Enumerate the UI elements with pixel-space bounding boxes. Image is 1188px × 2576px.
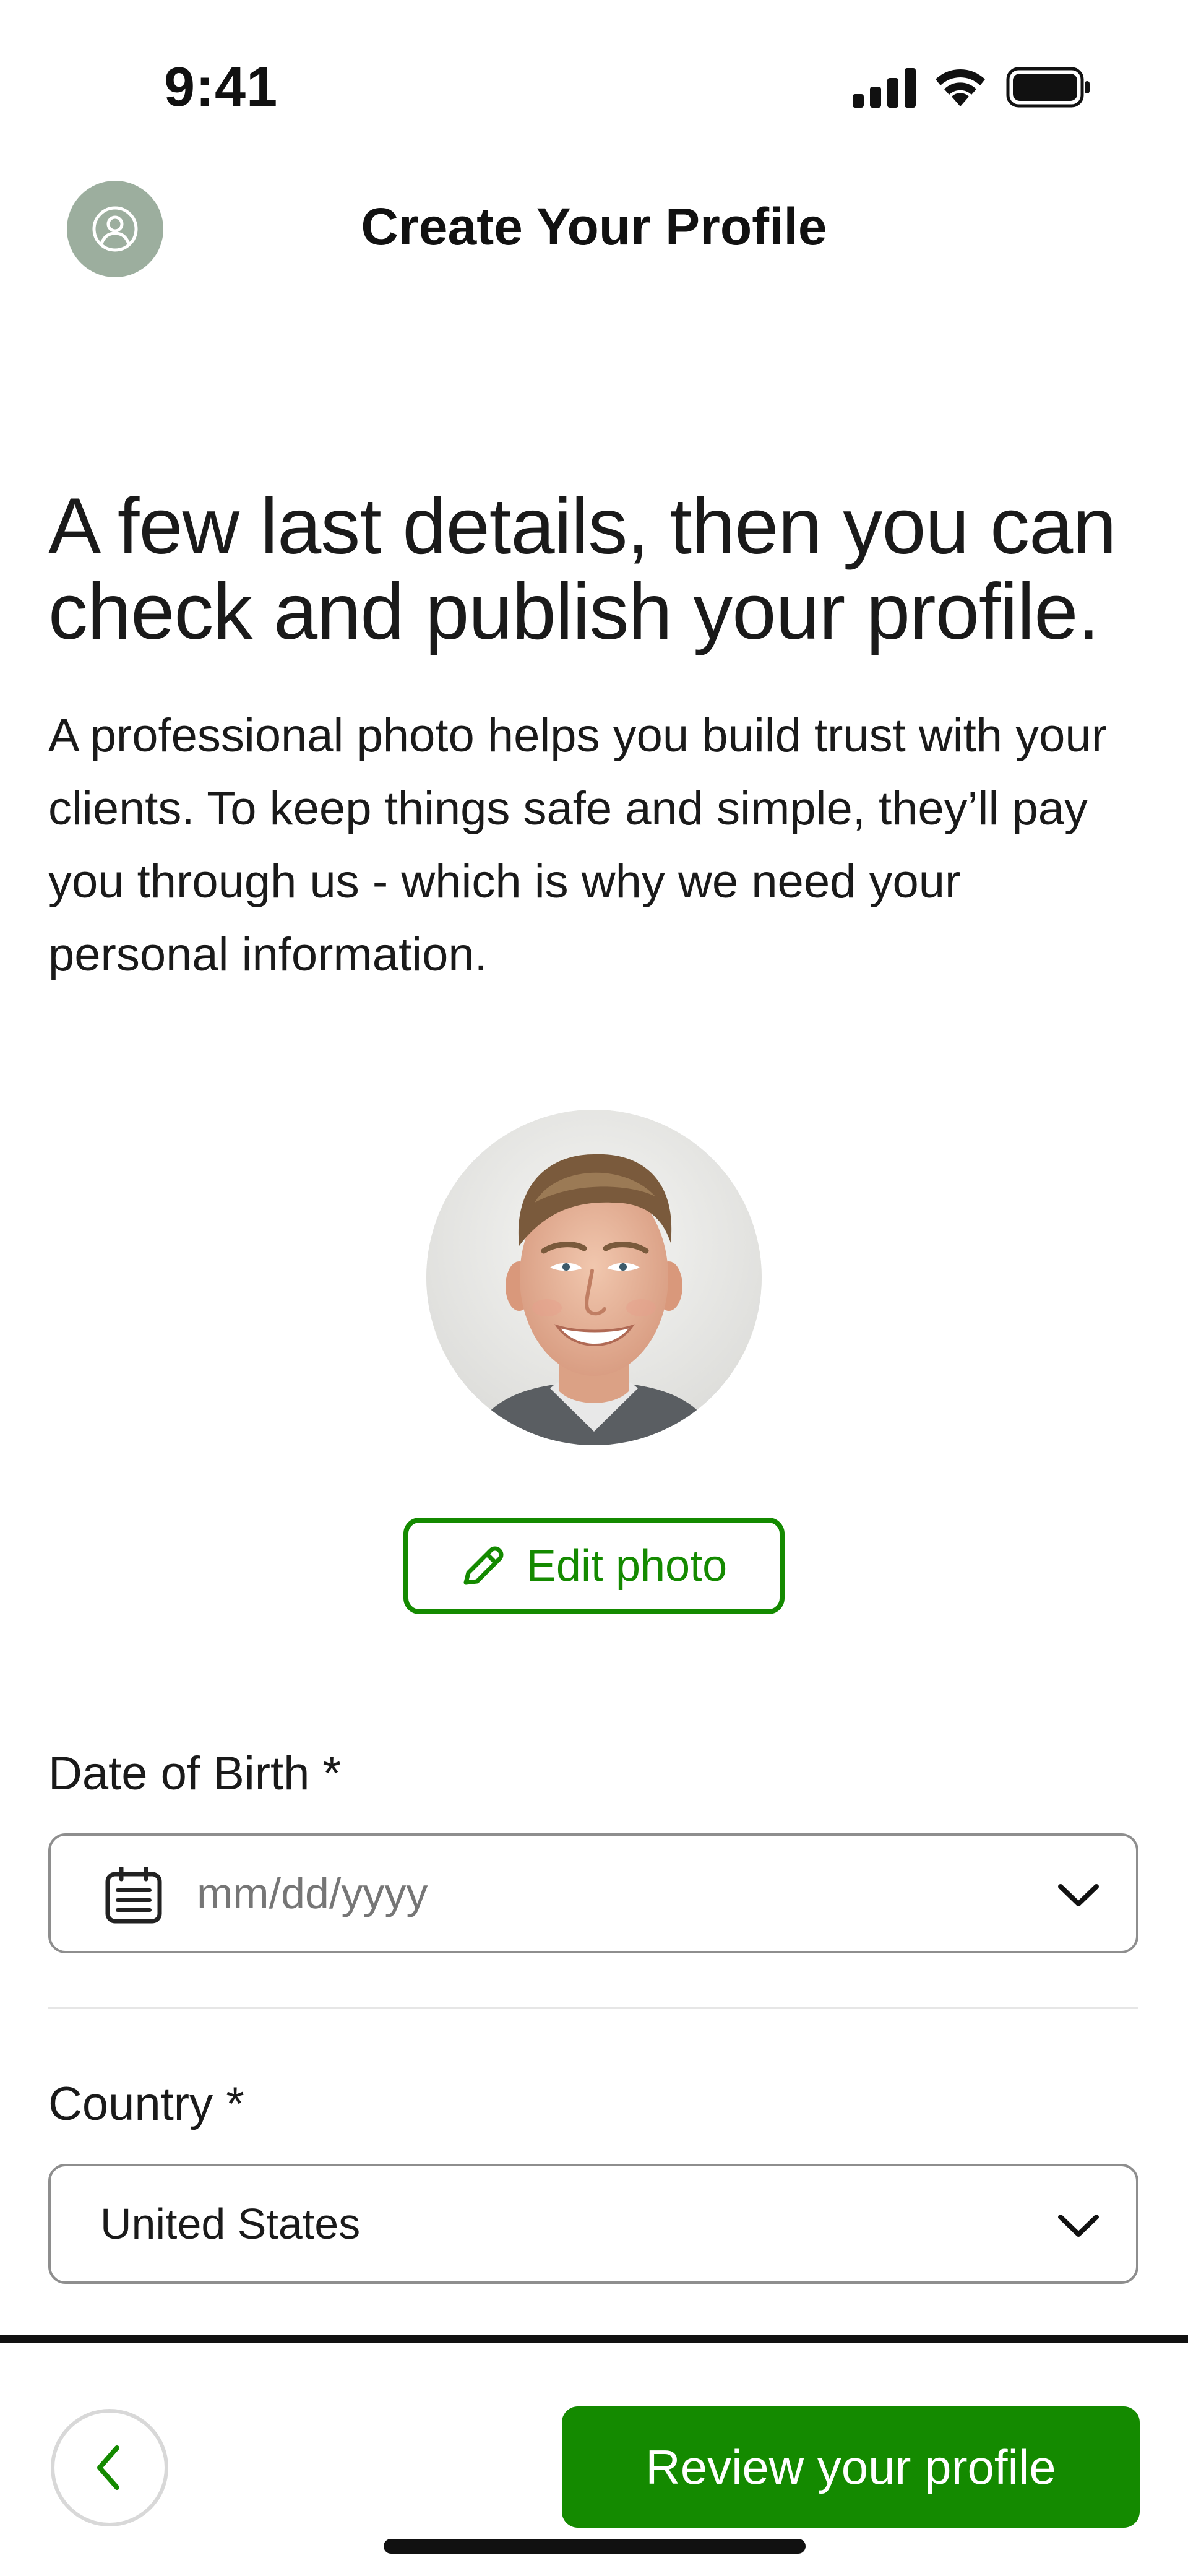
chevron-down-icon: [1058, 2215, 1099, 2237]
wifi-icon: [936, 69, 985, 106]
country-select[interactable]: United States: [48, 2164, 1138, 2284]
edit-photo-label: Edit photo: [526, 1541, 728, 1591]
country-label: Country *: [48, 2078, 244, 2130]
pencil-icon: [463, 1546, 504, 1585]
back-button[interactable]: [51, 2409, 168, 2526]
cellular-signal-icon: [853, 68, 916, 108]
chevron-left-icon: [97, 2445, 119, 2490]
headline: A few last details, then you can check a…: [48, 482, 1117, 656]
calendar-icon: [105, 1867, 162, 1924]
edit-photo-button[interactable]: Edit photo: [403, 1518, 785, 1614]
profile-photo: [426, 1110, 762, 1445]
chevron-down-icon: [1058, 1884, 1099, 1906]
dob-field[interactable]: mm/dd/yyyy: [48, 1833, 1138, 1953]
country-value: United States: [100, 2200, 361, 2248]
profile-photo-image: [426, 1110, 762, 1445]
intro-text: A professional photo helps you build tru…: [48, 709, 1108, 981]
person-circle-icon: [92, 206, 138, 252]
footer-divider: [0, 2335, 1188, 2343]
divider: [48, 2007, 1138, 2009]
battery-icon: [1006, 67, 1090, 108]
dob-placeholder: mm/dd/yyyy: [197, 1869, 428, 1917]
status-time: 9:41: [164, 56, 278, 118]
page-title: Create Your Profile: [361, 197, 827, 256]
profile-avatar-button[interactable]: [67, 181, 163, 277]
home-indicator: [384, 2539, 806, 2554]
dob-label: Date of Birth *: [48, 1747, 342, 1800]
review-profile-button[interactable]: Review your profile: [562, 2406, 1140, 2528]
